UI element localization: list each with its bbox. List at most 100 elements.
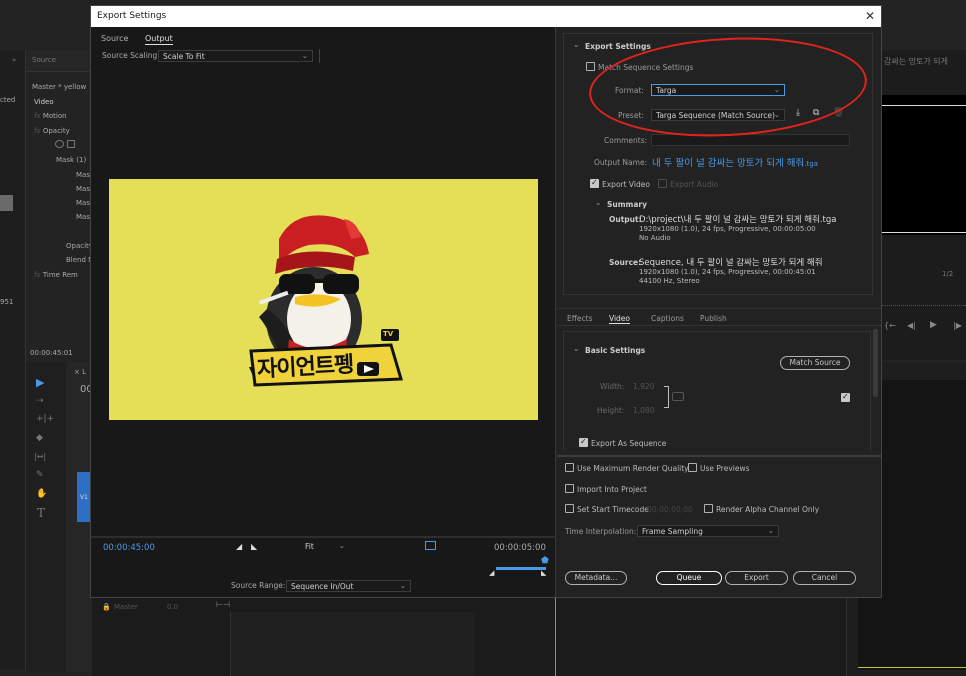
selection-tool-icon[interactable]: ▶ bbox=[36, 376, 44, 389]
export-video-label: Export Video bbox=[602, 180, 650, 189]
type-tool-icon[interactable]: T bbox=[37, 506, 45, 520]
left-selected-row bbox=[0, 195, 13, 211]
left-panel bbox=[0, 50, 26, 670]
track-select-icon[interactable]: ⇢ bbox=[36, 396, 44, 406]
aspect-toggle-icon[interactable] bbox=[425, 541, 436, 550]
mask-opacity-item: Mas bbox=[76, 199, 90, 207]
export-video-checkbox[interactable] bbox=[590, 178, 599, 188]
mask-shape-icons[interactable] bbox=[55, 140, 81, 149]
playhead-marker[interactable]: ⬟ bbox=[541, 556, 549, 566]
time-remap-label: Time Rem bbox=[42, 271, 78, 279]
panel-expand-icon[interactable]: » bbox=[12, 56, 16, 64]
timeline-track-area bbox=[230, 612, 475, 676]
source-tab[interactable]: Source bbox=[32, 56, 56, 64]
tab-effects[interactable]: Effects bbox=[567, 314, 593, 323]
metadata-button[interactable]: Metadata... bbox=[565, 571, 627, 585]
summary-source-label: Source: bbox=[609, 258, 642, 267]
master-label: Master * yellow bbox=[32, 83, 87, 91]
summary-output-line3: No Audio bbox=[639, 234, 671, 242]
dimension-link-bracket bbox=[664, 386, 669, 408]
match-source-button[interactable]: Match Source bbox=[780, 356, 850, 370]
left-label-1: cted bbox=[0, 96, 16, 104]
hand-tool-icon[interactable]: ✋ bbox=[36, 489, 47, 499]
zoom-fit-select[interactable]: Fit ⌄ bbox=[301, 541, 349, 553]
set-start-tc-checkbox[interactable] bbox=[565, 504, 574, 513]
slip-tool-icon[interactable]: |↔| bbox=[34, 452, 46, 461]
step-back-icon[interactable]: {← bbox=[884, 321, 896, 330]
use-previews-checkbox[interactable] bbox=[688, 463, 697, 472]
penguin-mascot-image bbox=[249, 215, 403, 387]
frame-forward-icon[interactable]: |▶ bbox=[953, 321, 962, 330]
pen-tool-icon[interactable]: ✎ bbox=[36, 470, 44, 480]
chevron-down-icon: ⌄ bbox=[767, 526, 774, 535]
tab-source[interactable]: Source bbox=[101, 34, 128, 43]
close-icon[interactable]: ✕ bbox=[865, 9, 875, 23]
fx-opacity[interactable]: fx Opacity bbox=[34, 127, 70, 135]
frame-back-icon[interactable]: ◀| bbox=[907, 321, 916, 330]
razor-tool-icon[interactable]: ◆ bbox=[36, 433, 43, 443]
timecode-current[interactable]: 00:00:45:00 bbox=[103, 543, 155, 553]
master-row-label: Master bbox=[114, 603, 138, 611]
source-scaling-select[interactable]: Scale To Fit ⌄ bbox=[158, 50, 313, 62]
mark-out-icon[interactable]: ◣ bbox=[251, 542, 257, 551]
max-render-label: Use Maximum Render Quality bbox=[577, 464, 689, 473]
tab-video[interactable]: Video bbox=[609, 314, 631, 324]
import-project-label: Import Into Project bbox=[577, 485, 647, 494]
time-interp-select[interactable]: Frame Sampling ⌄ bbox=[637, 525, 779, 537]
audio-meter-line bbox=[858, 667, 966, 668]
master-row-lock-icon: 🔒 bbox=[102, 603, 111, 611]
mark-in-icon[interactable]: ◢ bbox=[236, 542, 242, 551]
comments-label: Comments: bbox=[604, 136, 648, 145]
mask-label: Mask (1) bbox=[56, 156, 87, 164]
range-out-handle[interactable]: ◣ bbox=[541, 569, 546, 577]
fx-motion[interactable]: fx Motion bbox=[34, 112, 67, 120]
export-button[interactable]: Export bbox=[725, 571, 788, 585]
program-ruler bbox=[882, 296, 966, 306]
start-tc-value: 00;00;00;00 bbox=[647, 505, 693, 514]
cancel-button[interactable]: Cancel bbox=[793, 571, 856, 585]
output-name-link[interactable]: 내 두 팔이 널 감싸는 망토가 되게 해줘.tga bbox=[652, 155, 818, 169]
summary-chevron-icon[interactable]: ⌄ bbox=[595, 198, 601, 207]
height-label: Height: bbox=[597, 406, 625, 415]
basic-settings-chevron-icon[interactable]: ⌄ bbox=[573, 344, 579, 353]
timeline-tab-close[interactable]: × L bbox=[74, 368, 86, 376]
settings-scrollbar[interactable] bbox=[873, 329, 878, 397]
queue-button[interactable]: Queue bbox=[656, 571, 722, 585]
render-alpha-checkbox[interactable] bbox=[704, 504, 713, 513]
video-label: Video bbox=[34, 98, 54, 106]
max-render-checkbox[interactable] bbox=[565, 463, 574, 472]
range-in-handle[interactable]: ◢ bbox=[489, 569, 494, 577]
tab-publish[interactable]: Publish bbox=[700, 314, 727, 323]
export-settings-header: Export Settings bbox=[585, 42, 651, 51]
link-icon[interactable] bbox=[672, 392, 684, 401]
export-as-sequence-checkbox[interactable] bbox=[579, 437, 588, 447]
import-project-checkbox[interactable] bbox=[565, 484, 574, 493]
play-icon[interactable]: ▶ bbox=[930, 320, 937, 330]
range-bar[interactable] bbox=[496, 567, 546, 570]
source-range-select[interactable]: Sequence In/Out ⌄ bbox=[286, 580, 411, 592]
export-settings-chevron-icon[interactable]: ⌄ bbox=[573, 40, 579, 49]
master-row-end-icon: ⊢⊣ bbox=[216, 600, 230, 609]
match-sequence-checkbox[interactable] bbox=[586, 62, 595, 71]
dimension-override-checkbox[interactable] bbox=[841, 392, 850, 402]
mask-expansion-item: Mas bbox=[76, 213, 90, 221]
tools-panel bbox=[26, 362, 66, 672]
preview-timeline-bar bbox=[91, 536, 556, 538]
export-audio-label: Export Audio bbox=[670, 180, 719, 189]
left-label-2: 951 bbox=[0, 298, 14, 306]
ripple-tool-icon[interactable]: +|+ bbox=[36, 414, 54, 424]
master-row-value: 0.0 bbox=[167, 603, 179, 611]
source-range-label: Source Range: bbox=[231, 581, 286, 590]
tab-output[interactable]: Output bbox=[145, 34, 173, 45]
output-name-ext: .tga bbox=[804, 160, 818, 168]
summary-source-line2: 1920x1080 (1.0), 24 fps, Progressive, 00… bbox=[639, 268, 816, 276]
basic-settings-header: Basic Settings bbox=[585, 346, 646, 355]
comments-input[interactable] bbox=[651, 134, 850, 146]
chevron-down-icon: ⌄ bbox=[338, 541, 345, 550]
source-scaling-label: Source Scaling: bbox=[102, 51, 160, 60]
source-scaling-value: Scale To Fit bbox=[163, 52, 205, 61]
tab-captions[interactable]: Captions bbox=[651, 314, 684, 323]
v1-track-label: V1 bbox=[80, 494, 88, 501]
tv-badge: TV bbox=[383, 330, 394, 338]
export-audio-checkbox[interactable] bbox=[658, 179, 667, 188]
